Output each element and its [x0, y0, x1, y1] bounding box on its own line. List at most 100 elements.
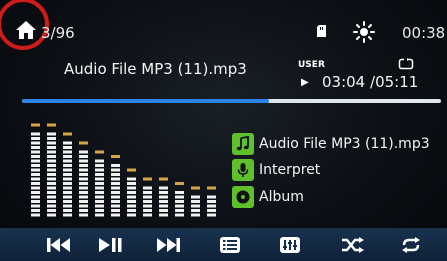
- shuffle-button[interactable]: [325, 228, 381, 261]
- music-note-icon: [232, 133, 254, 155]
- song-title: Audio File MP3 (11).mp3: [64, 60, 247, 78]
- spectrum-bar-segment: [63, 195, 72, 199]
- spectrum-bar-segment: [207, 213, 216, 217]
- spectrum-bar-segment: [47, 204, 56, 208]
- clock: 00:38: [402, 24, 446, 42]
- playlist-button[interactable]: [202, 228, 258, 261]
- spectrum-bar-segment: [79, 168, 88, 172]
- spectrum-bar-segment: [95, 177, 104, 181]
- spectrum-bar-segment: [31, 200, 40, 203]
- spectrum-bar-segment: [207, 209, 216, 212]
- spectrum-bar-segment: [159, 213, 168, 217]
- spectrum-bar-segment: [63, 168, 72, 172]
- previous-button[interactable]: [31, 228, 87, 261]
- spectrum-bar-segment: [63, 141, 72, 145]
- elapsed-time: 03:04: [322, 73, 366, 91]
- spectrum-bar-segment: [95, 200, 104, 203]
- equalizer-icon: [280, 236, 300, 253]
- spectrum-bar-segment: [111, 173, 120, 176]
- repeat-button[interactable]: [383, 228, 439, 261]
- progress-bar[interactable]: [22, 99, 441, 103]
- control-bar: [0, 228, 447, 261]
- spectrum-bar-segment: [31, 195, 40, 199]
- spectrum-bar-segment: [175, 213, 184, 217]
- spectrum-bar-segment: [143, 186, 152, 190]
- spectrum-bar-segment: [63, 164, 72, 167]
- spectrum-peak-marker: [207, 186, 216, 190]
- eq-preset-label[interactable]: USER: [298, 60, 325, 70]
- spectrum-bar-segment: [111, 182, 120, 185]
- spectrum-bar-segment: [31, 209, 40, 212]
- spectrum-bar-segment: [191, 195, 200, 199]
- play-pause-button[interactable]: [82, 228, 138, 261]
- spectrum-peak-marker: [191, 186, 200, 190]
- playlist-icon: [220, 236, 240, 253]
- spectrum-bar-segment: [31, 168, 40, 172]
- spectrum-bar-segment: [63, 150, 72, 154]
- spectrum-bar-segment: [95, 182, 104, 185]
- spectrum-bar-segment: [127, 209, 136, 212]
- meta-title-row: Audio File MP3 (11).mp3: [232, 133, 430, 155]
- spectrum-bar-segment: [95, 195, 104, 199]
- spectrum-bar-segment: [175, 191, 184, 194]
- spectrum-bar-segment: [63, 182, 72, 185]
- spectrum-bar-segment: [63, 213, 72, 217]
- spectrum-analyzer: [31, 123, 216, 217]
- spectrum-bar-segment: [63, 204, 72, 208]
- spectrum-bar-segment: [63, 177, 72, 181]
- spectrum-bar-segment: [31, 191, 40, 194]
- spectrum-bar-segment: [79, 191, 88, 194]
- meta-artist-row: Interpret: [232, 159, 320, 181]
- next-button[interactable]: [140, 228, 196, 261]
- spectrum-peak-marker: [31, 123, 40, 127]
- spectrum-bar-segment: [31, 137, 40, 140]
- spectrum-bar-segment: [111, 177, 120, 181]
- previous-icon: [47, 237, 70, 252]
- spectrum-bar-segment: [159, 204, 168, 208]
- spectrum-peak-marker: [47, 123, 56, 127]
- spectrum-peak-marker: [159, 177, 168, 181]
- spectrum-bar-segment: [143, 195, 152, 199]
- spectrum-bar-segment: [31, 186, 40, 190]
- home-button[interactable]: [14, 18, 38, 42]
- spectrum-bar-segment: [63, 146, 72, 149]
- spectrum-bar-segment: [31, 141, 40, 145]
- spectrum-bar-segment: [31, 155, 40, 158]
- repeat-icon: [402, 236, 420, 253]
- spectrum-bar-segment: [31, 164, 40, 167]
- spectrum-bar-segment: [127, 186, 136, 190]
- spectrum-bar-segment: [191, 213, 200, 217]
- spectrum-bar-segment: [127, 200, 136, 203]
- spectrum-bar-segment: [47, 173, 56, 176]
- spectrum-bar-segment: [63, 191, 72, 194]
- spectrum-bar-segment: [159, 200, 168, 203]
- total-time: /05:11: [370, 73, 419, 91]
- car-media-player-screen: 3/96 00:38 Audio File MP3 (11).mp3 USER …: [0, 0, 447, 261]
- spectrum-bar-segment: [47, 159, 56, 163]
- spectrum-bar-segment: [79, 159, 88, 163]
- spectrum-bar-segment: [95, 168, 104, 172]
- track-counter: 3/96: [41, 24, 75, 42]
- equalizer-button[interactable]: [262, 228, 318, 261]
- spectrum-bar-segment: [79, 204, 88, 208]
- repeat-mode-icon[interactable]: [398, 58, 414, 70]
- spectrum-bar-segment: [47, 150, 56, 154]
- spectrum-bar-segment: [31, 177, 40, 181]
- meta-album: Album: [259, 189, 304, 205]
- spectrum-bar-segment: [191, 200, 200, 203]
- spectrum-bar-segment: [79, 164, 88, 167]
- spectrum-bar-segment: [127, 195, 136, 199]
- spectrum-bar-segment: [47, 182, 56, 185]
- spectrum-bar-segment: [63, 155, 72, 158]
- spectrum-bar-segment: [159, 191, 168, 194]
- spectrum-bar-segment: [95, 186, 104, 190]
- spectrum-bar-segment: [191, 209, 200, 212]
- spectrum-bar-segment: [207, 200, 216, 203]
- home-icon: [16, 21, 36, 39]
- album-disc-icon: [232, 186, 254, 208]
- brightness-icon[interactable]: [353, 21, 375, 43]
- spectrum-bar-segment: [175, 200, 184, 203]
- spectrum-bar-segment: [111, 164, 120, 167]
- spectrum-bar-segment: [95, 213, 104, 217]
- spectrum-bar-segment: [47, 164, 56, 167]
